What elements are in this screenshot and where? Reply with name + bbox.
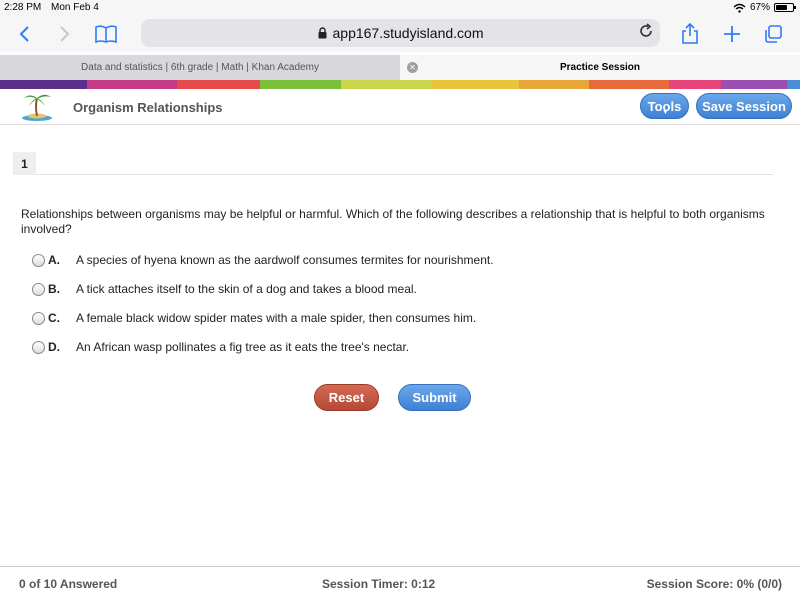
browser-toolbar: app167.studyisland.com	[0, 16, 800, 52]
battery-fill	[776, 5, 787, 10]
forward-button[interactable]	[51, 20, 79, 48]
reset-button[interactable]: Reset	[314, 384, 379, 411]
question-panel: 1 Relationships between organisms may be…	[0, 126, 800, 566]
wifi-icon	[733, 3, 746, 13]
choice-letter: D.	[48, 340, 60, 354]
palm-island-logo-icon	[22, 94, 52, 121]
tab-khan-academy[interactable]: Data and statistics | 6th grade | Math |…	[0, 55, 400, 80]
answered-count: 0 of 10 Answered	[19, 577, 118, 591]
stripe-segment	[260, 80, 341, 89]
tab-label: Practice Session	[559, 62, 641, 73]
stripe-segment	[787, 80, 800, 89]
tab-label: Data and statistics | 6th grade | Math |…	[81, 62, 319, 73]
answer-choice-b[interactable]: B. A tick attaches itself to the skin of…	[32, 280, 417, 298]
tab-close-icon[interactable]: ✕	[407, 62, 418, 73]
question-stem: Relationships between organisms may be h…	[21, 207, 765, 236]
answer-choice-d[interactable]: D. An African wasp pollinates a fig tree…	[32, 338, 409, 356]
tools-button[interactable]: Tools ▼	[640, 93, 689, 119]
session-footer: 0 of 10 Answered Session Timer: 0:12 Ses…	[0, 566, 800, 600]
save-session-label: Save Session	[702, 98, 786, 114]
choice-text: An African wasp pollinates a fig tree as…	[76, 340, 410, 354]
stripe-segment	[721, 80, 787, 89]
chevron-down-icon: ▼	[662, 109, 669, 116]
tab-practice-session[interactable]: Practice Session	[400, 55, 800, 80]
battery-icon	[774, 3, 796, 12]
tab-strip: Data and statistics | 6th grade | Math |…	[0, 55, 800, 80]
answer-choice-c[interactable]: C. A female black widow spider mates wit…	[32, 309, 476, 327]
question-number-row: 1	[13, 152, 773, 175]
reset-label: Reset	[328, 390, 365, 405]
bookmarks-button[interactable]	[92, 20, 120, 48]
submit-label: Submit	[412, 390, 457, 405]
session-timer: Session Timer: 0:12	[322, 577, 436, 591]
question-number: 1	[13, 152, 36, 175]
status-bar: 2:28 PM Mon Feb 4 67%	[0, 0, 800, 16]
choice-text: A tick attaches itself to the skin of a …	[76, 282, 417, 296]
radio-button[interactable]	[32, 340, 45, 354]
radio-button[interactable]	[32, 311, 45, 325]
reload-icon	[640, 23, 652, 37]
lock-icon	[318, 27, 326, 39]
tabs-icon	[765, 25, 782, 43]
tabs-button[interactable]	[759, 20, 787, 48]
reload-button[interactable]	[638, 23, 654, 44]
radio-button[interactable]	[32, 282, 45, 296]
bookmarks-icon	[95, 25, 117, 44]
choice-letter: C.	[48, 311, 60, 325]
submit-button[interactable]: Submit	[398, 384, 471, 411]
share-icon	[682, 23, 698, 44]
back-button[interactable]	[10, 20, 38, 48]
stripe-segment	[589, 80, 669, 89]
stripe-segment	[0, 80, 87, 89]
address-bar[interactable]: app167.studyisland.com	[141, 19, 660, 47]
stripe-segment	[669, 80, 721, 89]
stripe-segment	[177, 80, 260, 89]
new-tab-icon	[724, 26, 740, 42]
stripe-segment	[431, 80, 519, 89]
status-time: 2:28 PM	[4, 2, 42, 13]
new-tab-button[interactable]	[718, 20, 746, 48]
app-header: Organism Relationships Tools ▼ Save Sess…	[0, 89, 800, 125]
session-score: Session Score: 0% (0/0)	[646, 577, 782, 591]
battery-percent: 67%	[749, 2, 770, 13]
lesson-title: Organism Relationships	[73, 100, 223, 115]
radio-button[interactable]	[32, 253, 45, 267]
choice-letter: A.	[48, 253, 60, 267]
answer-choice-a[interactable]: A. A species of hyena known as the aardw…	[32, 251, 494, 269]
choice-text: A species of hyena known as the aardwolf…	[76, 253, 494, 267]
share-button[interactable]	[676, 20, 704, 48]
header-color-stripe	[0, 80, 800, 89]
stripe-segment	[519, 80, 589, 89]
stripe-segment	[341, 80, 431, 89]
forward-icon	[60, 26, 70, 42]
back-icon	[19, 26, 29, 42]
stripe-segment	[87, 80, 177, 89]
status-right: 67%	[733, 2, 796, 13]
url-text: app167.studyisland.com	[332, 25, 484, 41]
save-session-button[interactable]: Save Session	[696, 93, 792, 119]
choice-text: A female black widow spider mates with a…	[76, 311, 477, 325]
choice-letter: B.	[48, 282, 60, 296]
status-date: Mon Feb 4	[51, 2, 99, 13]
